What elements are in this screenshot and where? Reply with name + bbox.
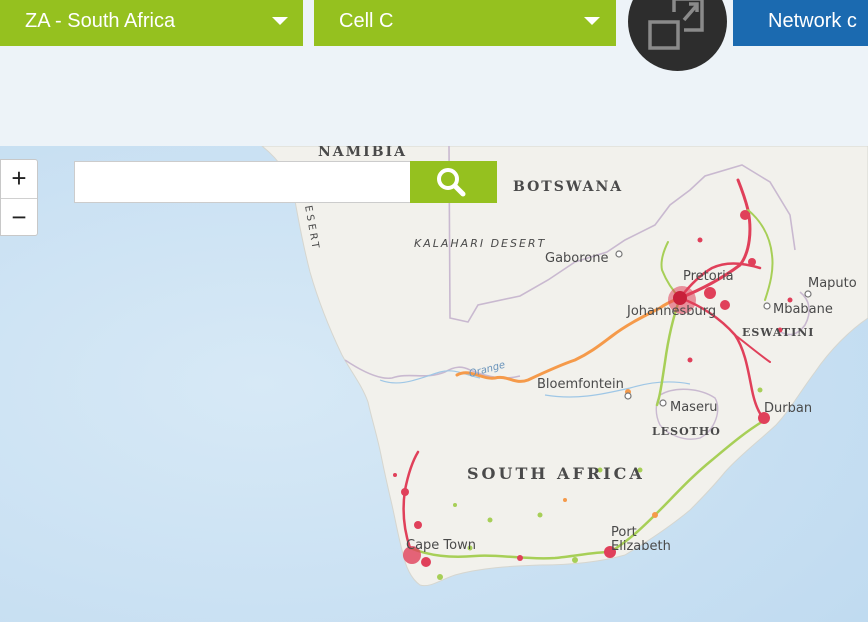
label-cape-town: Cape Town (406, 538, 476, 553)
label-johannesburg: Johannesburg (626, 304, 716, 319)
country-select-value: ZA - South Africa (25, 10, 176, 32)
label-port: Port (611, 525, 637, 540)
label-namibia: NAMIBIA (318, 146, 407, 160)
expand-icon (648, 0, 704, 50)
label-elizabeth: Elizabeth (611, 539, 671, 554)
search-input[interactable] (74, 161, 411, 203)
label-botswana: BOTSWANA (513, 179, 623, 195)
zoom-in-button[interactable]: + (1, 160, 37, 199)
network-select[interactable]: Cell C (314, 0, 616, 46)
label-durban: Durban (764, 401, 812, 416)
search-button[interactable] (410, 161, 497, 203)
label-mbabane: Mbabane (773, 302, 833, 317)
label-eswatini: ESWATINI (742, 326, 814, 339)
label-south-africa: SOUTH AFRICA (467, 464, 645, 483)
country-select[interactable]: ZA - South Africa (0, 0, 303, 46)
caret-down-icon (584, 17, 600, 25)
network-coverage-label: Network c (768, 10, 857, 32)
label-pretoria: Pretoria (683, 269, 734, 284)
zoom-control: + − (0, 159, 38, 236)
label-gaborone: Gaborone (545, 251, 609, 266)
label-maputo: Maputo (808, 276, 857, 291)
caret-down-icon (272, 17, 288, 25)
zoom-out-button[interactable]: − (1, 199, 37, 237)
coverage-map[interactable]: NAMIBIA BOTSWANA KALAHARI DESERT ESERT G… (0, 146, 868, 622)
label-kalahari: KALAHARI DESERT (414, 237, 546, 250)
expand-button[interactable] (628, 0, 727, 71)
label-bloemfontein: Bloemfontein (537, 377, 624, 392)
map-canvas: NAMIBIA BOTSWANA KALAHARI DESERT ESERT G… (0, 146, 868, 622)
label-maseru: Maseru (670, 400, 718, 415)
network-coverage-button[interactable]: Network c (733, 0, 868, 46)
search-icon (437, 168, 466, 197)
label-lesotho: LESOTHO (652, 425, 721, 438)
network-select-value: Cell C (339, 10, 394, 32)
